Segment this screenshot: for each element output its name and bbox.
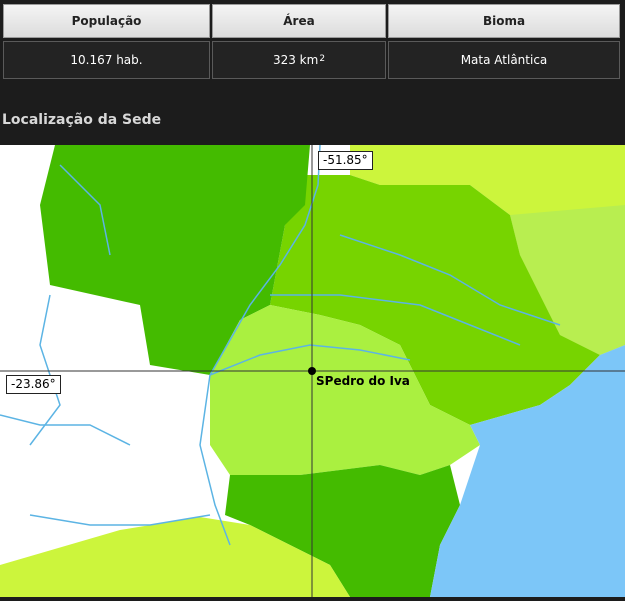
population-value: 10.167 hab. bbox=[3, 41, 210, 79]
biome-value: Mata Atlântica bbox=[388, 41, 620, 79]
location-marker bbox=[308, 367, 316, 375]
section-title: Localização da Sede bbox=[2, 112, 162, 128]
header-biome: Bioma bbox=[388, 4, 620, 38]
municipality-info-table: População Área Bioma 10.167 hab. 323 km 2… bbox=[0, 0, 625, 84]
area-value: 323 km 2 bbox=[212, 41, 386, 79]
place-label: SPedro do Iva bbox=[316, 374, 410, 388]
location-map[interactable]: -51.85° -23.86° SPedro do Iva bbox=[0, 145, 625, 597]
header-population: População bbox=[3, 4, 210, 38]
area-number: 323 km bbox=[272, 53, 319, 67]
header-area: Área bbox=[212, 4, 386, 38]
map-canvas bbox=[0, 145, 625, 597]
longitude-label: -51.85° bbox=[318, 151, 373, 170]
latitude-label: -23.86° bbox=[6, 375, 61, 394]
